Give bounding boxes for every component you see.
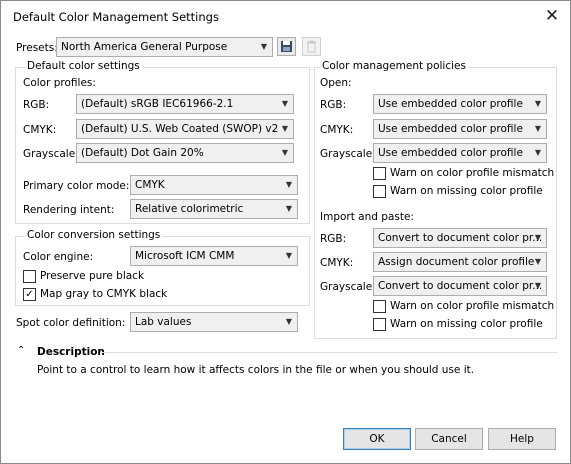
open-policies-label: Open: bbox=[320, 77, 352, 89]
import-grayscale-policy-dropdown[interactable]: Convert to document color pr... ▼ bbox=[373, 276, 547, 296]
dialog-title: Default Color Management Settings bbox=[13, 10, 219, 24]
dialog: Default Color Management Settings ✕ Pres… bbox=[0, 0, 571, 464]
spot-color-definition-label: Spot color definition: bbox=[16, 317, 126, 329]
map-gray-to-cmyk-black-checkbox[interactable]: ✓ bbox=[23, 288, 36, 301]
grayscale-profile-value: (Default) Dot Gain 20% bbox=[81, 147, 204, 159]
spot-color-definition-dropdown[interactable]: Lab values ▼ bbox=[130, 312, 298, 332]
title-bar: Default Color Management Settings ✕ bbox=[1, 1, 570, 33]
primary-color-mode-value: CMYK bbox=[135, 179, 165, 191]
import-warn-missing-label: Warn on missing color profile bbox=[390, 318, 543, 330]
save-preset-button[interactable] bbox=[277, 37, 296, 56]
open-cmyk-policy-value: Use embedded color profile bbox=[378, 123, 523, 135]
open-rgb-policy-dropdown[interactable]: Use embedded color profile ▼ bbox=[373, 94, 547, 114]
import-grayscale-policy-value: Convert to document color pr... bbox=[378, 280, 543, 292]
chevron-down-icon: ▼ bbox=[285, 180, 292, 189]
spot-color-definition-value: Lab values bbox=[135, 316, 192, 328]
save-preset-icon bbox=[281, 41, 292, 52]
open-grayscale-policy-value: Use embedded color profile bbox=[378, 147, 523, 159]
chevron-down-icon: ▼ bbox=[534, 99, 541, 108]
presets-label: Presets: bbox=[16, 42, 58, 54]
chevron-down-icon: ▼ bbox=[534, 148, 541, 157]
grayscale-profile-label: Grayscale: bbox=[23, 148, 79, 160]
check-mark-icon: ✓ bbox=[25, 289, 34, 300]
rendering-intent-label: Rendering intent: bbox=[23, 204, 115, 216]
import-grayscale-label: Grayscale: bbox=[320, 281, 376, 293]
preserve-pure-black-checkbox[interactable] bbox=[23, 270, 36, 283]
rgb-profile-label: RGB: bbox=[23, 99, 50, 111]
import-cmyk-policy-dropdown[interactable]: Assign document color profile ▼ bbox=[373, 252, 547, 272]
import-cmyk-policy-value: Assign document color profile bbox=[378, 256, 535, 268]
open-warn-missing-label: Warn on missing color profile bbox=[390, 185, 543, 197]
cmyk-profile-value: (Default) U.S. Web Coated (SWOP) v2 bbox=[81, 123, 279, 135]
close-icon[interactable]: ✕ bbox=[539, 5, 565, 27]
preserve-pure-black-label: Preserve pure black bbox=[40, 270, 145, 282]
open-rgb-label: RGB: bbox=[320, 99, 347, 111]
open-grayscale-label: Grayscale: bbox=[320, 148, 376, 160]
import-warn-mismatch-label: Warn on color profile mismatch bbox=[390, 300, 555, 312]
presets-dropdown[interactable]: North America General Purpose ▼ bbox=[56, 37, 273, 57]
chevron-down-icon: ▼ bbox=[534, 257, 541, 266]
description-heading: Description bbox=[37, 346, 105, 358]
chevron-down-icon: ▼ bbox=[534, 233, 541, 242]
rgb-profile-value: (Default) sRGB IEC61966-2.1 bbox=[81, 98, 234, 110]
ok-button[interactable]: OK bbox=[343, 428, 411, 450]
import-cmyk-label: CMYK: bbox=[320, 257, 354, 269]
rendering-intent-value: Relative colorimetric bbox=[135, 203, 244, 215]
chevron-down-icon: ▼ bbox=[281, 99, 288, 108]
open-cmyk-policy-dropdown[interactable]: Use embedded color profile ▼ bbox=[373, 119, 547, 139]
import-rgb-label: RGB: bbox=[320, 233, 347, 245]
open-warn-mismatch-checkbox[interactable] bbox=[373, 167, 386, 180]
help-button[interactable]: Help bbox=[488, 428, 556, 450]
color-engine-dropdown[interactable]: Microsoft ICM CMM ▼ bbox=[130, 246, 298, 266]
cancel-button[interactable]: Cancel bbox=[415, 428, 483, 450]
delete-preset-icon bbox=[307, 40, 316, 53]
primary-color-mode-dropdown[interactable]: CMYK ▼ bbox=[130, 175, 298, 195]
import-warn-missing-checkbox[interactable] bbox=[373, 318, 386, 331]
chevron-down-icon: ▼ bbox=[285, 204, 292, 213]
import-and-paste-label: Import and paste: bbox=[320, 211, 414, 223]
rgb-profile-dropdown[interactable]: (Default) sRGB IEC61966-2.1 ▼ bbox=[76, 94, 294, 114]
chevron-down-icon: ▼ bbox=[534, 281, 541, 290]
cmyk-profile-label: CMYK: bbox=[23, 124, 57, 136]
description-text: Point to a control to learn how it affec… bbox=[37, 364, 475, 376]
presets-value: North America General Purpose bbox=[61, 41, 228, 53]
chevron-down-icon: ▼ bbox=[534, 124, 541, 133]
import-rgb-policy-value: Convert to document color pr... bbox=[378, 232, 543, 244]
default-color-settings-heading: Default color settings bbox=[25, 60, 142, 72]
color-management-policies-heading: Color management policies bbox=[320, 60, 468, 72]
chevron-up-icon[interactable]: ⌃ bbox=[17, 345, 25, 356]
open-rgb-policy-value: Use embedded color profile bbox=[378, 98, 523, 110]
cmyk-profile-dropdown[interactable]: (Default) U.S. Web Coated (SWOP) v2 ▼ bbox=[76, 119, 294, 139]
import-rgb-policy-dropdown[interactable]: Convert to document color pr... ▼ bbox=[373, 228, 547, 248]
open-warn-mismatch-label: Warn on color profile mismatch bbox=[390, 167, 555, 179]
grayscale-profile-dropdown[interactable]: (Default) Dot Gain 20% ▼ bbox=[76, 143, 294, 163]
open-cmyk-label: CMYK: bbox=[320, 124, 354, 136]
chevron-down-icon: ▼ bbox=[285, 251, 292, 260]
map-gray-to-cmyk-black-label: Map gray to CMYK black bbox=[40, 288, 168, 300]
chevron-down-icon: ▼ bbox=[281, 148, 288, 157]
open-warn-missing-checkbox[interactable] bbox=[373, 185, 386, 198]
color-engine-value: Microsoft ICM CMM bbox=[135, 250, 235, 262]
rendering-intent-dropdown[interactable]: Relative colorimetric ▼ bbox=[130, 199, 298, 219]
description-divider bbox=[101, 352, 557, 353]
chevron-down-icon: ▼ bbox=[281, 124, 288, 133]
chevron-down-icon: ▼ bbox=[285, 317, 292, 326]
color-conversion-settings-heading: Color conversion settings bbox=[25, 229, 163, 241]
color-profiles-label: Color profiles: bbox=[23, 77, 96, 89]
color-engine-label: Color engine: bbox=[23, 251, 94, 263]
import-warn-mismatch-checkbox[interactable] bbox=[373, 300, 386, 313]
primary-color-mode-label: Primary color mode: bbox=[23, 180, 130, 192]
open-grayscale-policy-dropdown[interactable]: Use embedded color profile ▼ bbox=[373, 143, 547, 163]
chevron-down-icon: ▼ bbox=[260, 42, 267, 51]
delete-preset-button[interactable] bbox=[302, 37, 321, 56]
